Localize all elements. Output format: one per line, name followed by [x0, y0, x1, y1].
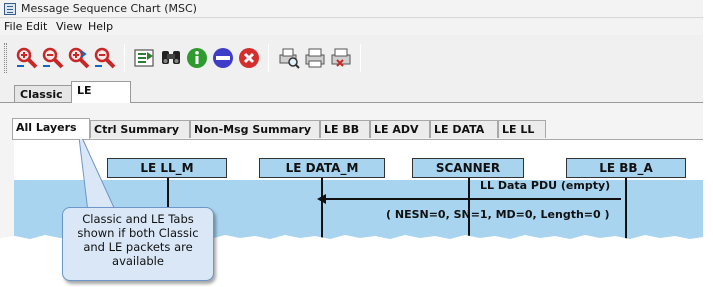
tab-le-adv-label: LE ADV — [374, 123, 419, 136]
toolbar-separator — [268, 44, 269, 72]
stop-icon[interactable] — [210, 44, 236, 72]
goto-icon[interactable] — [132, 44, 158, 72]
tab-le-bb[interactable]: LE BB — [320, 120, 370, 138]
tab-ctrl-summary-label: Ctrl Summary — [94, 123, 180, 136]
arrowhead-left-icon — [317, 194, 326, 204]
cancel-icon[interactable] — [236, 44, 262, 72]
info-icon[interactable] — [184, 44, 210, 72]
outer-tab-bar: Classic LE — [0, 81, 703, 103]
tab-all-layers-label: All Layers — [16, 121, 77, 134]
tab-le-label: LE — [77, 84, 92, 97]
lifeline-header-le-data-m[interactable]: LE DATA_M — [259, 158, 385, 178]
menu-edit[interactable]: Edit — [26, 20, 47, 33]
message-arrow-line[interactable] — [321, 198, 621, 200]
print-setup-icon[interactable] — [328, 44, 354, 72]
menu-file[interactable]: File — [4, 20, 22, 33]
callout-line: available — [112, 254, 164, 268]
tab-le-adv[interactable]: LE ADV — [370, 120, 430, 138]
callout-note: Classic and LE Tabs shown if both Classi… — [62, 207, 214, 281]
message-label[interactable]: LL Data PDU (empty) — [480, 179, 610, 192]
tab-classic-label: Classic — [20, 88, 63, 101]
title-bar: Message Sequence Chart (MSC) — [0, 0, 703, 18]
tab-non-msg-summary-label: Non-Msg Summary — [194, 123, 312, 136]
msc-window: Message Sequence Chart (MSC) File Edit V… — [0, 0, 703, 240]
callout-line: Classic and LE Tabs — [82, 212, 194, 226]
message-params: ( NESN=0, SN=1, MD=0, Length=0 ) — [386, 208, 610, 221]
app-icon — [4, 3, 16, 15]
print-preview-icon[interactable] — [276, 44, 302, 72]
tab-le-ll[interactable]: LE LL — [498, 120, 546, 138]
lifeline-header-le-bb-a[interactable]: LE BB_A — [566, 158, 686, 178]
tab-all-layers[interactable]: All Layers — [12, 118, 90, 139]
toolbar — [0, 35, 703, 81]
tab-le[interactable]: LE — [71, 81, 131, 103]
tab-le-ll-label: LE LL — [502, 123, 535, 136]
tab-le-bb-label: LE BB — [324, 123, 360, 136]
window-title: Message Sequence Chart (MSC) — [21, 2, 197, 15]
menu-help[interactable]: Help — [88, 20, 113, 33]
print-icon[interactable] — [302, 44, 328, 72]
menu-bar: File Edit View Help — [0, 19, 703, 35]
callout-line: and LE packets are — [83, 240, 193, 254]
zoom-in-horizontal-icon[interactable] — [66, 44, 92, 72]
zoom-out-horizontal-icon[interactable] — [92, 44, 118, 72]
lifeline-header-scanner[interactable]: SCANNER — [412, 158, 524, 178]
tab-non-msg-summary[interactable]: Non-Msg Summary — [190, 120, 320, 138]
menu-view[interactable]: View — [56, 20, 82, 33]
toolbar-separator — [124, 44, 125, 72]
lifeline-header-le-ll-m[interactable]: LE LL_M — [107, 158, 227, 178]
toolbar-grip[interactable] — [4, 43, 7, 73]
tab-ctrl-summary[interactable]: Ctrl Summary — [90, 120, 190, 138]
zoom-in-icon[interactable] — [14, 44, 40, 72]
callout-line: shown if both Classic — [77, 226, 199, 240]
find-icon[interactable] — [158, 44, 184, 72]
toolbar-separator — [360, 44, 361, 72]
tab-le-data-label: LE DATA — [434, 123, 485, 136]
tab-classic[interactable]: Classic — [14, 85, 72, 103]
tab-le-data[interactable]: LE DATA — [430, 120, 498, 138]
zoom-out-icon[interactable] — [40, 44, 66, 72]
layer-tab-bar: All Layers Ctrl Summary Non-Msg Summary … — [12, 118, 612, 139]
